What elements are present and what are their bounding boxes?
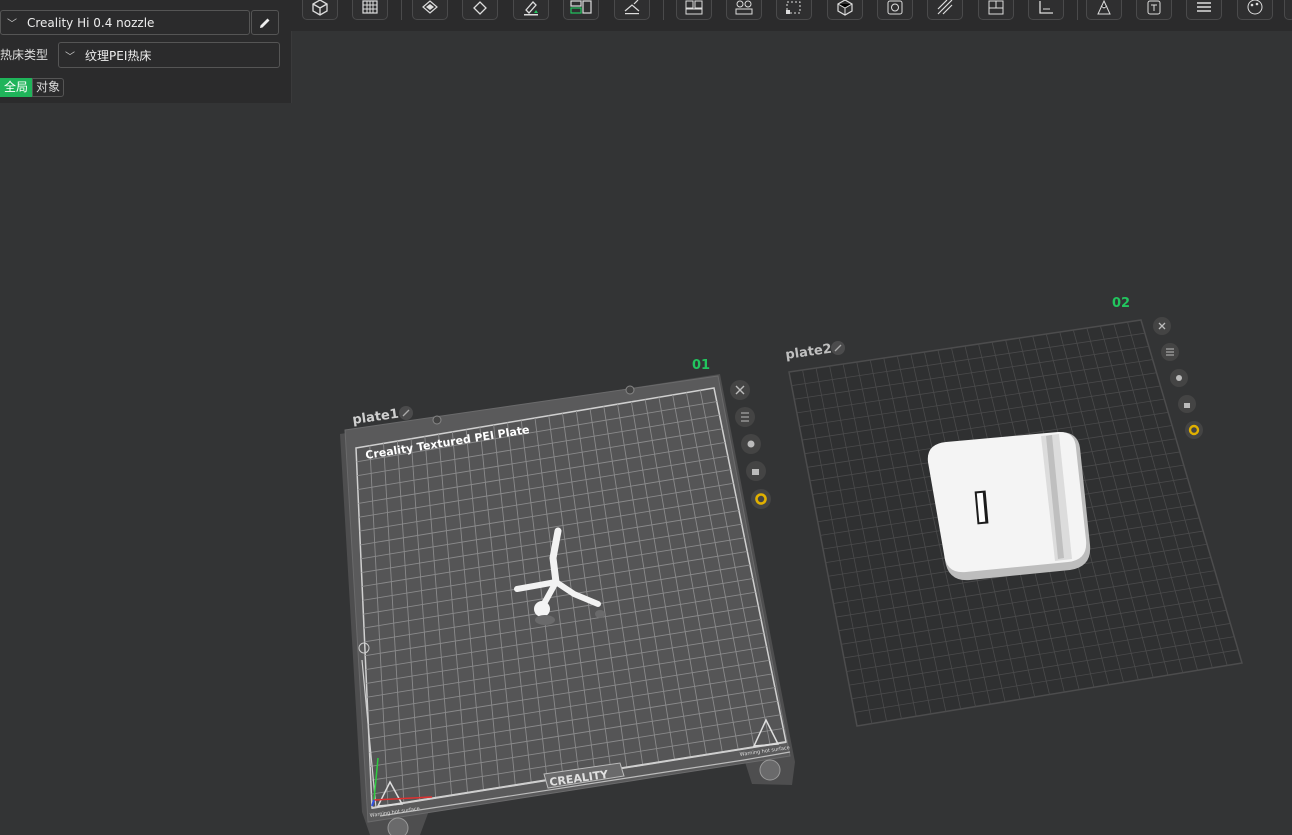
more-tools-button[interactable] [1284, 0, 1292, 20]
cube-view-icon[interactable] [827, 0, 863, 20]
scale-icon[interactable] [776, 0, 812, 20]
grid-icon[interactable] [352, 0, 388, 20]
printer-name: Creality Hi 0.4 nozzle [27, 15, 155, 30]
plate1-number: 01 [692, 358, 710, 373]
top-toolbar [291, 0, 1292, 31]
text-icon[interactable] [1136, 0, 1172, 20]
plate1-settings-icon[interactable] [751, 489, 771, 509]
lay-on-face-icon[interactable] [462, 0, 498, 20]
support-paint-icon[interactable] [927, 0, 963, 20]
plate2[interactable]: plate2 02 [784, 296, 1243, 727]
split-parts-icon[interactable] [726, 0, 762, 20]
layers-icon[interactable] [1186, 0, 1222, 20]
cut-icon[interactable] [978, 0, 1014, 20]
3d-viewport[interactable]: plate2 02 Creality Textured PEI Plate CR… [0, 31, 1292, 835]
split-objects-icon[interactable] [676, 0, 712, 20]
seam-icon[interactable] [1086, 0, 1122, 20]
arrange-icon[interactable] [563, 0, 599, 20]
paint-icon[interactable] [513, 0, 549, 20]
auto-orient-icon[interactable] [412, 0, 448, 20]
measure-icon[interactable] [1028, 0, 1064, 20]
add-cube-icon[interactable] [302, 0, 338, 20]
plate2-settings-icon[interactable] [1185, 421, 1203, 439]
slice-plane-icon[interactable] [614, 0, 650, 20]
pencil-icon [260, 18, 270, 28]
color-paint-icon[interactable] [1237, 0, 1273, 20]
plate1[interactable]: Creality Textured PEI Plate CREALITY War… [340, 358, 795, 835]
hollow-icon[interactable] [877, 0, 913, 20]
chevron-down-icon: ﹀ [7, 19, 17, 30]
plate2-label[interactable]: plate2 [784, 342, 832, 363]
plate2-number: 02 [1112, 296, 1130, 311]
model-box[interactable] [927, 431, 1091, 581]
